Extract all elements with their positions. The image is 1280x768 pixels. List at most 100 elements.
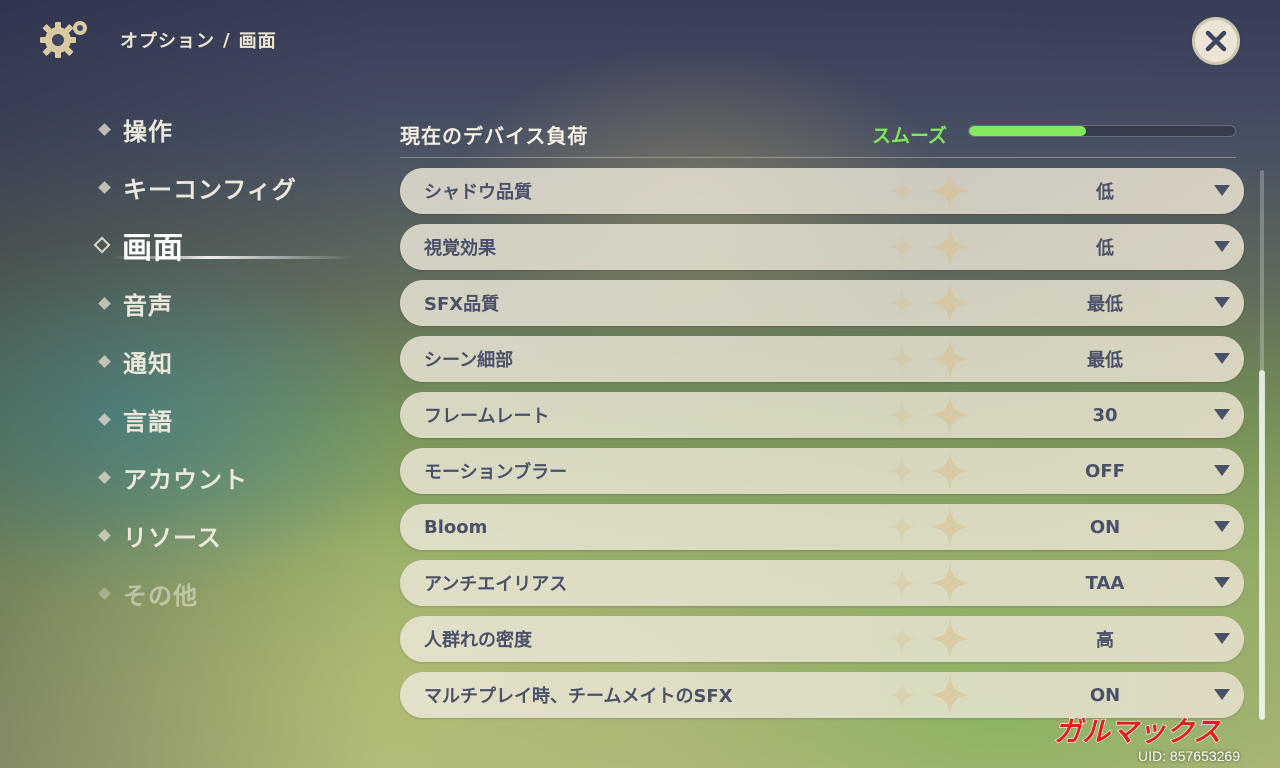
breadcrumb-separator: / xyxy=(223,29,231,51)
device-load: 現在のデバイス負荷 スムーズ xyxy=(400,112,1236,158)
diamond-icon xyxy=(93,236,111,254)
sidebar-item-label: 音声 xyxy=(123,291,173,320)
sidebar-item-controls[interactable]: 操作 xyxy=(92,100,352,158)
setting-label: モーションブラー xyxy=(424,462,568,483)
decorative-star-icon xyxy=(930,227,970,267)
sidebar-item-label: アカウント xyxy=(123,465,248,494)
scrollbar-thumb[interactable] xyxy=(1259,370,1265,720)
setting-value-dropdown[interactable]: 低 xyxy=(1020,178,1190,204)
device-load-label: 現在のデバイス負荷 xyxy=(400,124,589,148)
sidebar-item-keyconfig[interactable]: キーコンフィグ xyxy=(92,158,352,216)
setting-value-dropdown[interactable]: 最低 xyxy=(1020,346,1190,372)
uid-label: UID: 857653269 xyxy=(1138,748,1240,764)
setting-row[interactable]: 人群れの密度 高 xyxy=(400,616,1244,662)
setting-label: SFX品質 xyxy=(424,294,500,315)
dropdown-arrow-icon[interactable] xyxy=(1214,297,1230,308)
device-load-fill xyxy=(969,126,1087,136)
setting-row[interactable]: アンチエイリアス TAA xyxy=(400,560,1244,606)
decorative-star-icon xyxy=(888,233,916,261)
setting-row[interactable]: フレームレート 30 xyxy=(400,392,1244,438)
sidebar-item-account[interactable]: アカウント xyxy=(92,448,352,506)
setting-value-dropdown[interactable]: ON xyxy=(1020,685,1190,706)
sidebar-item-label: リソース xyxy=(123,523,222,552)
sidebar-item-label: キーコンフィグ xyxy=(123,175,297,204)
sidebar-item-graphics[interactable]: 画面 xyxy=(92,216,352,274)
setting-label: 視覚効果 xyxy=(424,238,496,259)
dropdown-arrow-icon[interactable] xyxy=(1214,577,1230,588)
setting-row[interactable]: 視覚効果 低 xyxy=(400,224,1244,270)
decorative-star-icon xyxy=(930,451,970,491)
diamond-icon xyxy=(98,586,111,600)
decorative-star-icon xyxy=(888,569,916,597)
decorative-star-icon xyxy=(888,457,916,485)
gear-icon xyxy=(36,16,92,64)
dropdown-arrow-icon[interactable] xyxy=(1214,689,1230,700)
decorative-star-icon xyxy=(888,681,916,709)
setting-label: マルチプレイ時、チームメイトのSFX xyxy=(424,686,733,707)
setting-value-dropdown[interactable]: 低 xyxy=(1020,234,1190,260)
diamond-icon xyxy=(98,122,111,136)
diamond-icon xyxy=(98,412,111,426)
dropdown-arrow-icon[interactable] xyxy=(1214,633,1230,644)
decorative-star-icon xyxy=(930,339,970,379)
dropdown-arrow-icon[interactable] xyxy=(1214,409,1230,420)
setting-label: シャドウ品質 xyxy=(424,182,532,203)
breadcrumb-current: 画面 xyxy=(238,31,277,52)
sidebar: 操作 キーコンフィグ 画面 音声 通知 言語 アカウント リソース その他 xyxy=(92,100,352,622)
setting-value-dropdown[interactable]: OFF xyxy=(1020,461,1190,482)
diamond-icon xyxy=(98,180,111,194)
decorative-star-icon xyxy=(930,507,970,547)
diamond-icon xyxy=(98,354,111,368)
decorative-star-icon xyxy=(930,395,970,435)
setting-row[interactable]: Bloom ON xyxy=(400,504,1244,550)
setting-value-dropdown[interactable]: 高 xyxy=(1020,626,1190,652)
setting-label: シーン細部 xyxy=(424,350,514,371)
sidebar-item-label: 操作 xyxy=(123,117,173,146)
decorative-star-icon xyxy=(888,177,916,205)
dropdown-arrow-icon[interactable] xyxy=(1214,465,1230,476)
decorative-star-icon xyxy=(930,563,970,603)
setting-value-dropdown[interactable]: 最低 xyxy=(1020,290,1190,316)
sidebar-item-resources[interactable]: リソース xyxy=(92,506,352,564)
sidebar-item-other[interactable]: その他 xyxy=(92,564,352,622)
decorative-star-icon xyxy=(930,675,970,715)
diamond-icon xyxy=(98,528,111,542)
close-button[interactable] xyxy=(1192,17,1240,65)
header: オプション / 画面 xyxy=(36,16,277,64)
watermark-logo: ガルマックス xyxy=(1052,712,1258,748)
setting-value-dropdown[interactable]: ON xyxy=(1020,517,1190,538)
device-load-meter xyxy=(968,125,1236,137)
breadcrumb: オプション / 画面 xyxy=(120,27,277,53)
sidebar-item-label: 通知 xyxy=(123,349,173,378)
breadcrumb-parent[interactable]: オプション xyxy=(120,27,215,53)
setting-row[interactable]: シーン細部 最低 xyxy=(400,336,1244,382)
diamond-icon xyxy=(98,296,111,310)
sidebar-item-language[interactable]: 言語 xyxy=(92,390,352,448)
setting-label: フレームレート xyxy=(424,406,550,427)
setting-row[interactable]: モーションブラー OFF xyxy=(400,448,1244,494)
sidebar-item-notifications[interactable]: 通知 xyxy=(92,332,352,390)
settings-list: シャドウ品質低視覚効果低 SFX品質 最低 シーン細部 最低 フレームレート 30 モーション… xyxy=(400,168,1244,728)
svg-text:ガルマックス: ガルマックス xyxy=(1054,715,1221,748)
sidebar-item-audio[interactable]: 音声 xyxy=(92,274,352,332)
setting-value-dropdown[interactable]: TAA xyxy=(1020,573,1190,594)
dropdown-arrow-icon[interactable] xyxy=(1214,185,1230,196)
setting-row[interactable]: シャドウ品質 低 xyxy=(400,168,1244,214)
dropdown-arrow-icon[interactable] xyxy=(1214,241,1230,252)
dropdown-arrow-icon[interactable] xyxy=(1214,521,1230,532)
sidebar-item-label: その他 xyxy=(123,581,198,610)
decorative-star-icon xyxy=(930,619,970,659)
decorative-star-icon xyxy=(888,625,916,653)
setting-label: アンチエイリアス xyxy=(424,574,568,595)
setting-row[interactable]: SFX品質 最低 xyxy=(400,280,1244,326)
setting-label: 人群れの密度 xyxy=(424,630,532,651)
device-load-status: スムーズ xyxy=(872,125,948,147)
decorative-star-icon xyxy=(888,401,916,429)
sidebar-item-label: 言語 xyxy=(123,407,173,436)
decorative-star-icon xyxy=(930,283,970,323)
decorative-star-icon xyxy=(888,345,916,373)
decorative-star-icon xyxy=(888,513,916,541)
dropdown-arrow-icon[interactable] xyxy=(1214,353,1230,364)
setting-value-dropdown[interactable]: 30 xyxy=(1020,405,1190,426)
decorative-star-icon xyxy=(888,289,916,317)
